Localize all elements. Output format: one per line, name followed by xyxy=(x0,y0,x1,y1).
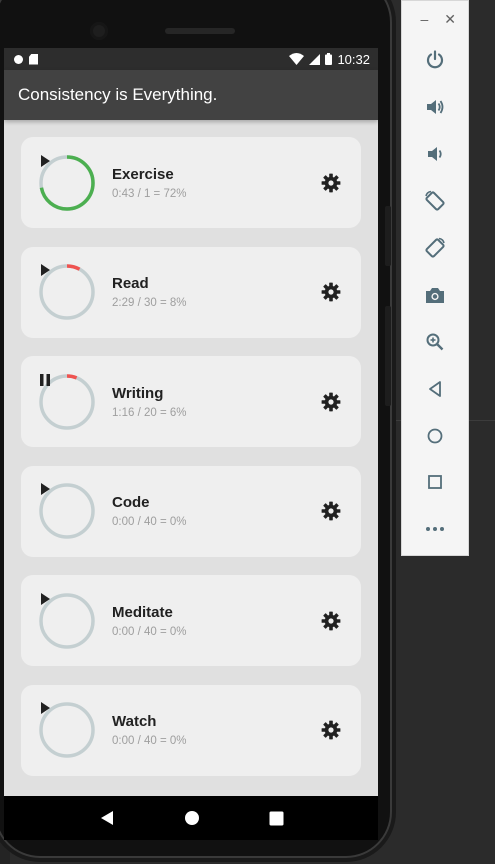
more-icon xyxy=(426,527,444,532)
task-settings-button[interactable] xyxy=(319,609,343,633)
task-settings-button[interactable] xyxy=(319,718,343,742)
gear-icon xyxy=(321,392,341,411)
task-stats: 0:00 / 40 = 0% xyxy=(112,516,187,528)
nav-back-button[interactable] xyxy=(99,810,115,826)
power-button[interactable] xyxy=(402,37,468,84)
more-button[interactable] xyxy=(402,506,468,553)
task-name: Watch xyxy=(112,713,157,730)
progress-ring-button[interactable] xyxy=(38,701,96,759)
screenshot-button[interactable] xyxy=(402,271,468,318)
gear-icon xyxy=(321,501,341,521)
back-icon xyxy=(429,380,441,397)
ring-glyph xyxy=(38,592,96,650)
emulator-toolbar: – ✕ xyxy=(401,0,469,556)
task-name: Meditate xyxy=(112,603,173,621)
nav-home-button[interactable] xyxy=(184,810,200,826)
ring-glyph xyxy=(38,701,96,759)
volume-down-icon xyxy=(428,147,442,162)
gear-icon xyxy=(321,611,341,630)
play-icon xyxy=(41,592,50,605)
task-card[interactable]: Code 0:00 / 40 = 0% xyxy=(21,465,361,557)
volume-up-button[interactable] xyxy=(402,84,468,131)
task-settings-button[interactable] xyxy=(319,280,343,304)
power-icon xyxy=(426,50,444,69)
task-name: Writing xyxy=(112,384,164,402)
nav-recents-button[interactable] xyxy=(269,811,284,826)
minimize-button[interactable]: – xyxy=(420,11,428,27)
rotate-left-icon xyxy=(425,190,445,211)
progress-ring-button[interactable] xyxy=(38,592,96,650)
gear-icon xyxy=(321,173,341,192)
progress-ring-button[interactable] xyxy=(38,482,96,540)
ring-glyph xyxy=(38,154,96,212)
ring-glyph xyxy=(38,482,96,540)
volume-rocker xyxy=(385,206,391,266)
status-bar: 10:32 xyxy=(4,48,378,70)
front-camera xyxy=(90,22,108,40)
home-button[interactable] xyxy=(402,412,468,459)
task-list: Exercise 0:43 / 1 = 72% Read 2:29 / 30 =… xyxy=(4,120,378,776)
progress-ring-button[interactable] xyxy=(38,373,96,431)
notification-dot-icon xyxy=(14,54,23,64)
progress-ring-button[interactable] xyxy=(38,154,96,212)
zoom-button[interactable] xyxy=(402,318,468,365)
volume-up-icon xyxy=(427,100,444,115)
task-name: Exercise xyxy=(112,165,174,183)
system-nav-bar xyxy=(4,796,378,840)
task-stats: 2:29 / 30 = 8% xyxy=(112,297,187,309)
task-stats: 0:00 / 40 = 0% xyxy=(112,625,187,638)
wifi-icon xyxy=(289,53,305,65)
pause-icon xyxy=(40,373,50,386)
task-stats: 0:43 / 1 = 72% xyxy=(112,187,187,200)
cell-signal-icon xyxy=(309,53,321,65)
task-info: Watch 0:00 / 40 = 0% xyxy=(112,713,319,747)
rotate-right-icon xyxy=(425,237,445,258)
gear-icon xyxy=(321,720,341,740)
task-info: Exercise 0:43 / 1 = 72% xyxy=(112,166,319,200)
zoom-icon xyxy=(426,333,444,351)
task-card[interactable]: Read 2:29 / 30 = 8% xyxy=(21,246,361,338)
app-bar: Consistency is Everything. xyxy=(4,70,378,120)
camera-icon xyxy=(426,287,444,303)
app-title: Consistency is Everything. xyxy=(18,85,218,104)
task-stats: 1:16 / 20 = 6% xyxy=(112,406,187,419)
power-key xyxy=(385,306,391,406)
progress-ring-button[interactable] xyxy=(38,263,96,321)
earpiece-speaker xyxy=(165,28,235,34)
task-card[interactable]: Watch 0:00 / 40 = 0% xyxy=(21,684,361,776)
home-icon xyxy=(427,428,443,443)
play-icon xyxy=(41,702,50,714)
play-icon xyxy=(41,264,50,276)
task-info: Meditate 0:00 / 40 = 0% xyxy=(112,604,319,638)
overview-button[interactable] xyxy=(402,459,468,506)
battery-icon xyxy=(325,53,333,65)
task-stats: 0:00 / 40 = 0% xyxy=(112,735,187,747)
task-info: Code 0:00 / 40 = 0% xyxy=(112,494,319,528)
toolbar-window-controls: – ✕ xyxy=(402,1,468,37)
task-info: Writing 1:16 / 20 = 6% xyxy=(112,385,319,419)
task-name: Read xyxy=(112,275,149,292)
task-card[interactable]: Meditate 0:00 / 40 = 0% xyxy=(21,575,361,666)
task-info: Read 2:29 / 30 = 8% xyxy=(112,275,319,309)
phone-screen: 10:32 Consistency is Everything. Exercis… xyxy=(4,48,378,796)
rotate-left-button[interactable] xyxy=(402,178,468,225)
play-icon xyxy=(41,483,50,495)
task-card[interactable]: Exercise 0:43 / 1 = 72% xyxy=(21,137,361,228)
task-card[interactable]: Writing 1:16 / 20 = 6% xyxy=(21,356,361,447)
gear-icon xyxy=(321,282,341,302)
ring-glyph xyxy=(38,373,96,431)
sd-card-icon xyxy=(29,53,38,65)
task-settings-button[interactable] xyxy=(319,499,343,523)
task-settings-button[interactable] xyxy=(319,390,343,414)
overview-icon xyxy=(428,475,442,490)
close-button[interactable]: ✕ xyxy=(444,11,456,28)
status-time: 10:32 xyxy=(337,51,370,67)
ring-glyph xyxy=(38,263,96,321)
rotate-right-button[interactable] xyxy=(402,225,468,272)
play-icon xyxy=(41,154,50,167)
task-name: Code xyxy=(112,494,150,511)
back-button[interactable] xyxy=(402,365,468,412)
volume-down-button[interactable] xyxy=(402,131,468,178)
task-settings-button[interactable] xyxy=(319,171,343,195)
